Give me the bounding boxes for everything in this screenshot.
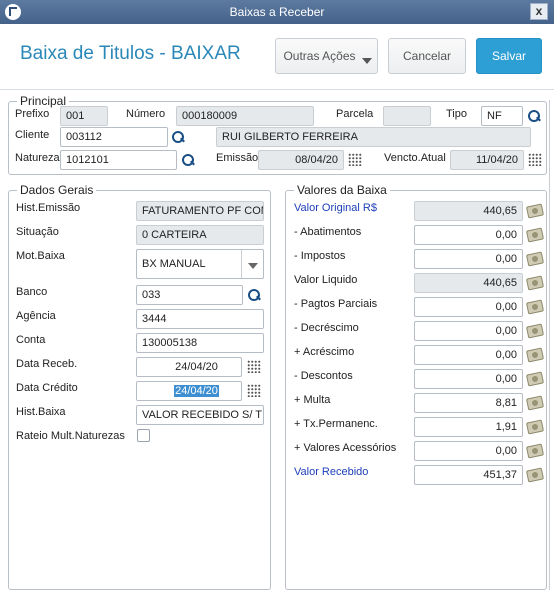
search-icon[interactable] [171,130,185,144]
valor-row-label: Valor Recebido [294,466,369,478]
valor-row-label: + Tx.Permanenc. [294,418,378,430]
valor-row-field[interactable]: 8,81 [414,393,523,413]
chevron-down-icon [362,58,372,64]
dados-gerais-title: Dados Gerais [17,183,97,197]
cliente-name-field[interactable]: RUI GILBERTO FERREIRA [216,127,531,147]
banco-field[interactable]: 033 [136,285,243,305]
conta-label: Conta [16,334,46,346]
cliente-code-field[interactable]: 003112 [60,127,168,147]
page-title: Baixa de Titulos - BAIXAR [20,43,241,64]
cancel-button[interactable]: Cancelar [388,38,466,74]
valor-row-label: - Decréscimo [294,322,359,334]
numero-field[interactable]: 000180009 [176,106,314,126]
close-icon[interactable]: x [530,3,548,20]
banco-label: Banco [16,286,48,298]
mot-baixa-label: Mot.Baixa [16,250,65,262]
parcela-label: Parcela [336,108,374,120]
valor-row-label: - Pagtos Parciais [294,298,378,310]
situacao-label: Situação [16,226,59,238]
natureza-field[interactable]: 1012101 [60,150,177,170]
other-actions-label: Outras Ações [283,49,356,63]
window-title: Baixas a Receber [229,5,325,19]
valor-row-label: + Multa [294,394,331,406]
valor-row-field[interactable]: 440,65 [414,273,523,293]
rateio-checkbox[interactable] [137,429,150,442]
agencia-label: Agência [16,310,56,322]
hist-emissao-field[interactable]: FATURAMENTO PF COMI [136,201,264,221]
hist-baixa-field[interactable]: VALOR RECEBIDO S/ TIT [136,405,264,425]
agencia-field[interactable]: 3444 [136,309,264,329]
save-button[interactable]: Salvar [476,38,542,74]
rateio-label: Rateio Mult.Naturezas [16,430,125,442]
calendar-icon[interactable] [528,153,542,166]
search-icon[interactable] [527,109,541,123]
valor-row-label: - Descontos [294,370,353,382]
cliente-label: Cliente [15,129,50,141]
mot-baixa-select[interactable]: BX MANUAL [136,249,264,279]
valor-row-label: Valor Liquido [294,274,358,286]
emissao-label: Emissão [216,152,259,164]
data-receb-label: Data Receb. [16,358,78,370]
data-credito-field[interactable]: 24/04/20 [136,381,242,401]
natureza-label: Natureza [15,152,60,164]
valor-row-label: + Valores Acessórios [294,442,397,454]
mot-baixa-value: BX MANUAL [142,258,206,270]
valores-title: Valores da Baixa [294,183,390,197]
valor-row-field[interactable]: 0,00 [414,225,523,245]
valor-row-field[interactable]: 0,00 [414,441,523,461]
valor-row-label: - Abatimentos [294,226,362,238]
vencto-field[interactable]: 11/04/20 [450,150,524,170]
valor-row-field[interactable]: 0,00 [414,345,523,365]
calendar-icon[interactable] [348,153,362,166]
valor-row-field[interactable]: 451,37 [414,465,523,485]
data-credito-selection: 24/04/20 [174,385,219,397]
other-actions-button[interactable]: Outras Ações [275,38,378,74]
search-icon[interactable] [181,153,195,167]
valor-row-field[interactable]: 440,65 [414,201,523,221]
data-receb-field[interactable]: 24/04/20 [136,357,242,377]
valor-row-label: - Impostos [294,250,346,262]
valor-row-field[interactable]: 1,91 [414,417,523,437]
calendar-icon[interactable] [247,360,261,373]
chevron-down-icon[interactable] [241,250,263,278]
data-credito-label: Data Crédito [16,382,78,394]
valor-row-field[interactable]: 0,00 [414,321,523,341]
valor-row-label: Valor Original R$ [294,202,377,214]
tipo-label: Tipo [446,108,467,120]
search-icon[interactable] [247,288,261,302]
page-header: Baixa de Titulos - BAIXAR Outras Ações C… [0,24,554,90]
conta-field[interactable]: 130005138 [136,333,264,353]
window-titlebar: Baixas a Receber x [0,0,554,24]
calendar-icon[interactable] [247,384,261,397]
valor-row-label: + Acréscimo [294,346,355,358]
situacao-field[interactable]: 0 CARTEIRA [136,225,264,245]
numero-label: Número [126,108,166,120]
prefixo-label: Prefixo [15,108,50,120]
valor-row-field[interactable]: 0,00 [414,297,523,317]
valor-row-field[interactable]: 0,00 [414,249,523,269]
emissao-field[interactable]: 08/04/20 [258,150,344,170]
valor-row-field[interactable]: 0,00 [414,369,523,389]
scrollbar-line [549,100,550,590]
prefixo-field[interactable]: 001 [60,106,108,126]
vencto-label: Vencto.Atual [384,152,446,164]
hist-emissao-label: Hist.Emissão [16,202,81,214]
parcela-field[interactable] [383,106,431,126]
tipo-field[interactable]: NF [481,106,523,126]
hist-baixa-label: Hist.Baixa [16,406,66,418]
